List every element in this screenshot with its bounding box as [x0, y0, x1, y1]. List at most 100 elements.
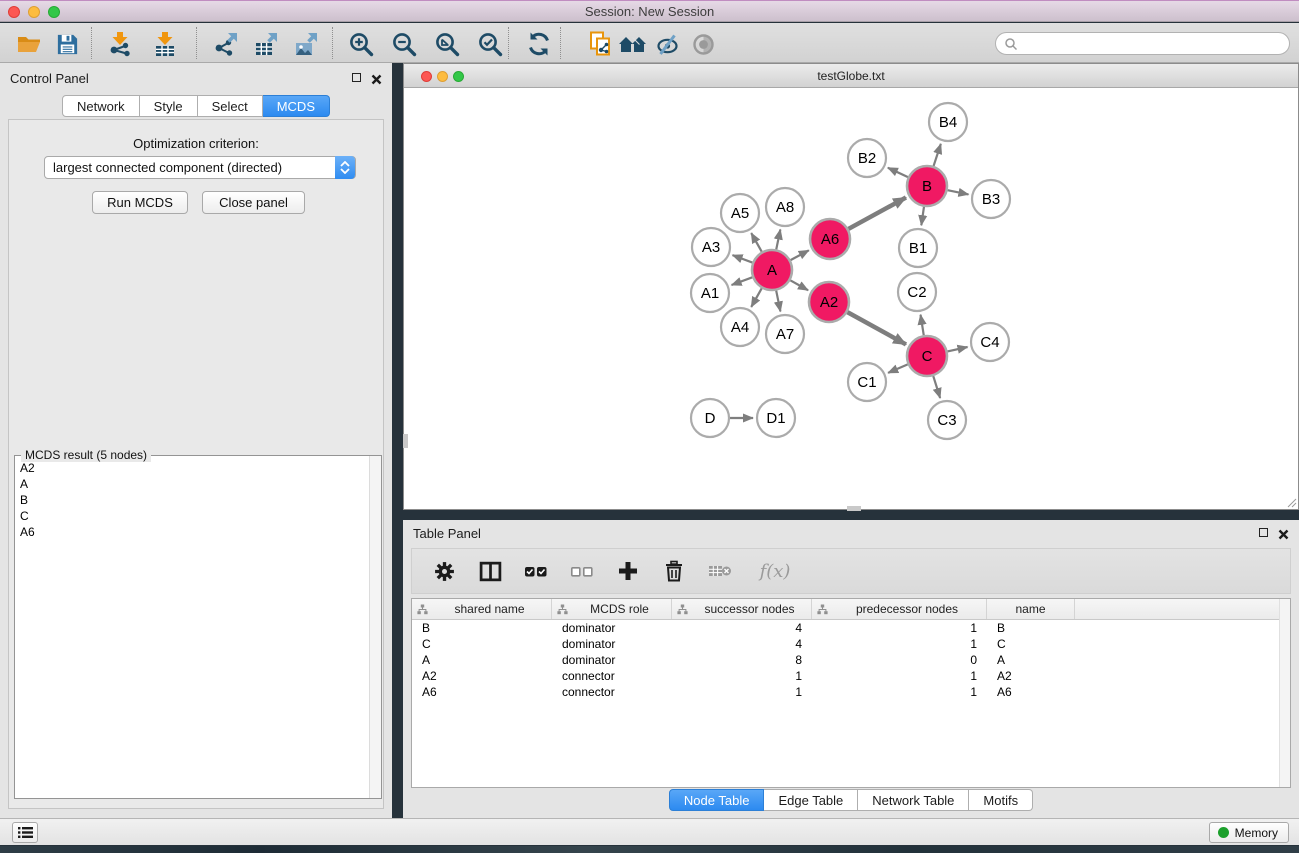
cell-shared-name[interactable]: C: [412, 636, 552, 652]
column-header-name[interactable]: name: [987, 599, 1075, 619]
delete-column-icon[interactable]: [660, 557, 688, 585]
node-A1[interactable]: A1: [691, 274, 729, 312]
cell-shared-name[interactable]: B: [412, 620, 552, 636]
table-row[interactable]: Bdominator41B: [412, 620, 1290, 636]
node-C[interactable]: C: [907, 336, 947, 376]
delete-table-icon[interactable]: [706, 557, 734, 585]
edge-B-B3[interactable]: [948, 190, 969, 194]
node-C4[interactable]: C4: [971, 323, 1009, 361]
left-resize-nub[interactable]: [403, 434, 408, 448]
node-A5[interactable]: A5: [721, 194, 759, 232]
zoom-in-icon[interactable]: [346, 29, 376, 59]
edge-B-B1[interactable]: [921, 207, 924, 225]
mcds-result-list[interactable]: A2ABCA6: [16, 460, 368, 797]
edge-A-A7[interactable]: [776, 291, 780, 312]
edge-A-A1[interactable]: [732, 277, 753, 285]
node-A7[interactable]: A7: [766, 315, 804, 353]
table-close-panel-icon[interactable]: [1278, 527, 1289, 545]
zoom-selected-icon[interactable]: [475, 29, 505, 59]
node-B1[interactable]: B1: [899, 229, 937, 267]
node-B[interactable]: B: [907, 166, 947, 206]
edge-A-A4[interactable]: [751, 288, 761, 307]
edge-A2-C[interactable]: [847, 312, 906, 344]
edge-A-A5[interactable]: [751, 233, 761, 252]
close-panel-icon[interactable]: [371, 72, 382, 90]
export-table-icon[interactable]: [251, 29, 281, 59]
cell-successor-nodes[interactable]: 4: [672, 636, 812, 652]
home-icon[interactable]: [618, 29, 648, 59]
network-graph[interactable]: B4B2BB3B1A5A8A6A3AA1A2C2A4A7C4CC1C3DD1: [404, 89, 1298, 509]
result-item-a[interactable]: A: [16, 476, 368, 492]
function-builder-icon[interactable]: f(x): [752, 557, 798, 585]
edge-A-A2[interactable]: [790, 280, 808, 290]
node-A2[interactable]: A2: [809, 282, 849, 322]
tab-motifs[interactable]: Motifs: [969, 789, 1033, 811]
cell-successor-nodes[interactable]: 4: [672, 620, 812, 636]
table-row[interactable]: A2connector11A2: [412, 668, 1290, 684]
cell-name[interactable]: A: [987, 652, 1075, 668]
split-columns-icon[interactable]: [476, 557, 504, 585]
resize-grip-icon[interactable]: [1285, 496, 1297, 508]
node-C2[interactable]: C2: [898, 273, 936, 311]
deselect-all-checkbox-icon[interactable]: [568, 557, 596, 585]
gear-icon[interactable]: [430, 557, 458, 585]
tab-network-table[interactable]: Network Table: [858, 789, 969, 811]
cell-name[interactable]: B: [987, 620, 1075, 636]
node-A[interactable]: A: [752, 250, 792, 290]
float-panel-icon[interactable]: [352, 73, 361, 82]
cell-predecessor-nodes[interactable]: 0: [812, 652, 987, 668]
cell-mcds-role[interactable]: dominator: [552, 636, 672, 652]
edge-B-B2[interactable]: [888, 168, 908, 177]
tab-mcds[interactable]: MCDS: [263, 95, 330, 117]
tab-node-table[interactable]: Node Table: [669, 789, 765, 811]
import-network-icon[interactable]: [105, 29, 135, 59]
select-all-checkbox-icon[interactable]: [522, 557, 550, 585]
save-session-icon[interactable]: [52, 29, 82, 59]
cell-predecessor-nodes[interactable]: 1: [812, 668, 987, 684]
node-B4[interactable]: B4: [929, 103, 967, 141]
cell-shared-name[interactable]: A2: [412, 668, 552, 684]
cell-successor-nodes[interactable]: 1: [672, 668, 812, 684]
cell-predecessor-nodes[interactable]: 1: [812, 620, 987, 636]
result-item-b[interactable]: B: [16, 492, 368, 508]
column-header-mcds-role[interactable]: MCDS role: [552, 599, 672, 619]
table-scrollbar[interactable]: [1279, 599, 1290, 787]
column-header-successor-nodes[interactable]: successor nodes: [672, 599, 812, 619]
edge-C-C1[interactable]: [888, 364, 908, 373]
node-A3[interactable]: A3: [692, 228, 730, 266]
edge-B-B4[interactable]: [934, 144, 941, 166]
node-D[interactable]: D: [691, 399, 729, 437]
cell-mcds-role[interactable]: connector: [552, 668, 672, 684]
tab-style[interactable]: Style: [140, 95, 198, 117]
tab-network[interactable]: Network: [62, 95, 140, 117]
node-C1[interactable]: C1: [848, 363, 886, 401]
search-input[interactable]: [1018, 35, 1289, 53]
run-mcds-button[interactable]: Run MCDS: [92, 191, 188, 214]
node-A8[interactable]: A8: [766, 188, 804, 226]
import-table-icon[interactable]: [150, 29, 180, 59]
zoom-fit-icon[interactable]: [432, 29, 462, 59]
column-header-predecessor-nodes[interactable]: predecessor nodes: [812, 599, 987, 619]
add-column-icon[interactable]: [614, 557, 642, 585]
edge-A-A8[interactable]: [776, 230, 780, 250]
refresh-icon[interactable]: [524, 29, 554, 59]
cell-name[interactable]: A2: [987, 668, 1075, 684]
node-D1[interactable]: D1: [757, 399, 795, 437]
cell-mcds-role[interactable]: dominator: [552, 620, 672, 636]
tab-select[interactable]: Select: [198, 95, 263, 117]
zoom-out-icon[interactable]: [389, 29, 419, 59]
close-panel-button[interactable]: Close panel: [202, 191, 305, 214]
result-item-a6[interactable]: A6: [16, 524, 368, 540]
table-row[interactable]: A6connector11A6: [412, 684, 1290, 700]
criterion-dropdown[interactable]: largest connected component (directed): [44, 156, 356, 179]
task-history-button[interactable]: [12, 822, 38, 843]
node-A6[interactable]: A6: [810, 219, 850, 259]
edge-A-A6[interactable]: [791, 250, 809, 260]
result-scrollbar[interactable]: [369, 456, 381, 798]
node-A4[interactable]: A4: [721, 308, 759, 346]
cell-mcds-role[interactable]: connector: [552, 684, 672, 700]
hide-graphics-details-icon[interactable]: [653, 29, 683, 59]
edge-A6-B[interactable]: [848, 198, 906, 229]
cell-shared-name[interactable]: A: [412, 652, 552, 668]
table-row[interactable]: Adominator80A: [412, 652, 1290, 668]
